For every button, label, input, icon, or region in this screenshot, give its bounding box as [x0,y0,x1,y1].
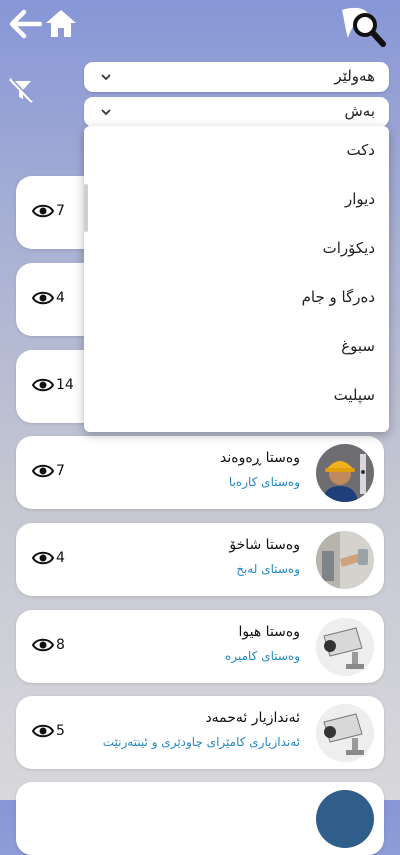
dropdown-option[interactable]: سبوغ [84,322,389,371]
worker-card[interactable]: 5 ئەندازیار ئەحمەد ئەندازیاری کامێرای چا… [16,696,384,769]
worker-card[interactable]: 8 وەستا هیوا وەستای کامیرە [16,610,384,683]
worker-job: ئەندازیاری کامێرای چاودێری و ئینتەرنێت [102,735,300,749]
worker-job: وەستای کارەبا [228,475,300,489]
camera-avatar [316,704,374,762]
view-count: 4 [56,290,65,306]
eye-icon [32,638,54,652]
top-bar [0,0,400,50]
dropdown-option[interactable]: دیکۆرات [84,224,389,273]
eye-icon [32,291,54,305]
eye-icon [32,464,54,478]
worker-name: ئەندازیار ئەحمەد [205,710,300,726]
section-dropdown: دکت دیوار دیکۆرات دەرگا و جام سبوغ سپلیت [84,126,389,432]
worker-card[interactable]: 4 وەستا شاخۆ وەستای لەبخ [16,523,384,596]
eye-icon [32,724,54,738]
worker-card[interactable]: 7 وەستا ڕەوەند وەستای کارەبا [16,436,384,509]
dropdown-option[interactable]: دەرگا و جام [84,273,389,322]
eye-icon [32,204,54,218]
camera-avatar [316,618,374,676]
worker-job: وەستای لەبخ [236,562,300,576]
view-count: 5 [56,723,65,739]
home-icon[interactable] [44,8,78,38]
section-select-value: بەش [344,102,375,120]
view-count: 14 [56,377,74,393]
section-select[interactable]: بەش [84,97,389,127]
view-count: 7 [56,203,65,219]
clear-filter-icon[interactable] [8,77,34,103]
scrollbar[interactable] [84,184,88,232]
city-select[interactable]: هەولێر [84,62,389,92]
dropdown-option[interactable]: دیوار [84,175,389,224]
view-count: 4 [56,550,65,566]
chevron-down-icon [101,109,111,116]
avatar [316,790,374,848]
eye-icon [32,378,54,392]
worker-card[interactable] [16,782,384,855]
dropdown-option[interactable]: دکت [84,126,389,175]
chevron-down-icon [101,74,111,81]
back-arrow-icon[interactable] [6,8,42,40]
city-select-value: هەولێر [334,67,375,85]
eye-icon [32,551,54,565]
view-count: 8 [56,637,65,653]
search-icon[interactable] [338,4,390,50]
electrician-avatar [316,444,374,502]
worker-job: وەستای کامیرە [225,649,300,663]
view-count: 7 [56,463,65,479]
worker-name: وەستا هیوا [238,624,301,640]
dropdown-option[interactable]: سپلیت [84,371,389,420]
worker-name: وەستا شاخۆ [229,537,300,553]
worker-name: وەستا ڕەوەند [220,450,300,466]
plasterer-avatar [316,531,374,589]
